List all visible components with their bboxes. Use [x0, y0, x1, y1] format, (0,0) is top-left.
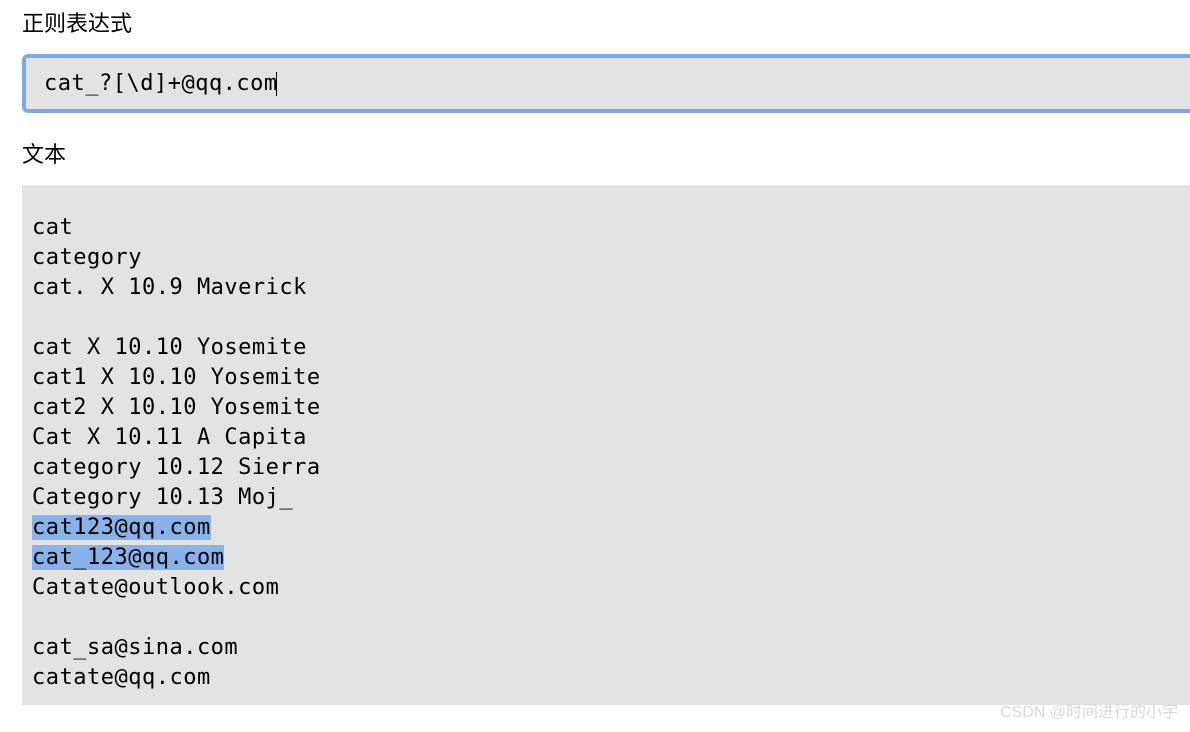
- text-cursor: [276, 72, 277, 96]
- regex-input[interactable]: cat_?[\d]+@qq.com: [44, 71, 277, 96]
- regex-match: cat_123@qq.com: [32, 545, 224, 570]
- regex-input-container[interactable]: cat_?[\d]+@qq.com: [22, 54, 1190, 113]
- regex-match: cat123@qq.com: [32, 515, 211, 540]
- regex-label: 正则表达式: [22, 6, 1190, 38]
- text-content-area[interactable]: cat category cat. X 10.9 Maverick cat X …: [22, 185, 1190, 705]
- text-label: 文本: [22, 137, 1190, 169]
